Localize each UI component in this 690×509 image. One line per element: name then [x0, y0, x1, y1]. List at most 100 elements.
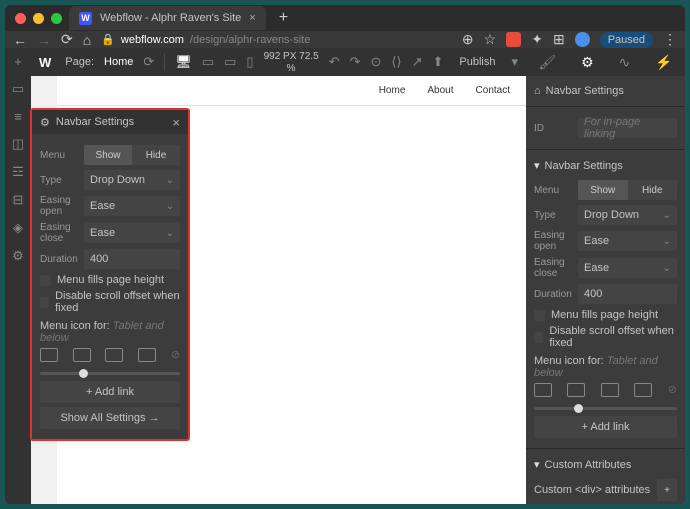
reload-icon[interactable]: ⟳	[61, 31, 73, 48]
add-attr-button[interactable]: +	[657, 479, 677, 501]
zoom-level[interactable]: 992 PX 72.5 %	[264, 51, 319, 74]
tab-effects-icon[interactable]: ⚡	[655, 54, 672, 71]
f-show-all-button[interactable]: Show All Settings →	[40, 407, 180, 429]
lock-icon: 🔒	[101, 33, 115, 46]
device-tablet-icon[interactable]: ▭	[202, 54, 214, 70]
device-mobile-l[interactable]	[601, 383, 619, 397]
publish-button[interactable]: Publish	[453, 56, 501, 68]
install-icon[interactable]: ⊕	[462, 31, 474, 48]
right-panel: 🖌 ⚙ ∿ ⚡ ⌂Navbar Settings IDFor in-page l…	[526, 48, 685, 504]
tab-interact-icon[interactable]: ∿	[618, 54, 630, 71]
add-icon[interactable]: +	[14, 54, 22, 69]
nav-home[interactable]: Home	[379, 85, 406, 96]
f-device-mobile[interactable]	[138, 348, 156, 362]
nav-contact[interactable]: Contact	[476, 85, 510, 96]
f-duration-input[interactable]: 400	[84, 249, 180, 269]
extension-icon-1[interactable]	[506, 32, 521, 47]
tab-title: Webflow - Alphr Raven's Site	[100, 12, 241, 24]
assets-icon[interactable]: ◈	[13, 220, 23, 236]
minimize-window[interactable]	[33, 13, 44, 24]
ecom-icon[interactable]: ⊟	[13, 192, 24, 208]
addressbar: ← → ⟳ ⌂ 🔒 webflow.com/design/alphr-raven…	[5, 31, 685, 48]
menu-toggle[interactable]: ShowHide	[578, 180, 677, 200]
left-toolbar: + ▭ ≡ ◫ ☲ ⊟ ◈ ⚙ ▷ ? 💬 👥	[5, 48, 31, 504]
f-no-device-icon[interactable]: ⊘	[171, 348, 180, 362]
f-menu-label: Menu	[40, 150, 78, 161]
device-mobile[interactable]	[634, 383, 652, 397]
undo-icon[interactable]: ↶	[329, 54, 340, 70]
maximize-window[interactable]	[51, 13, 62, 24]
custom-div-label: Custom <div> attributes	[534, 484, 651, 496]
home-icon[interactable]: ⌂	[83, 32, 91, 48]
paused-badge[interactable]: Paused	[600, 32, 653, 48]
settings-icon[interactable]: ⚙	[12, 248, 24, 264]
chk-disable-scroll[interactable]: Disable scroll offset when fixed	[534, 325, 677, 349]
f-chk-fills-height[interactable]: Menu fills page height	[40, 274, 180, 286]
device-mobile-l-icon[interactable]: ▭	[224, 54, 236, 70]
refresh-icon[interactable]: ⟳	[143, 54, 154, 70]
profile-icon[interactable]	[575, 32, 590, 47]
easing-open-label: Easing open	[534, 230, 572, 252]
chevron-down-icon[interactable]: ▾	[511, 54, 518, 70]
nav-about[interactable]: About	[427, 85, 453, 96]
f-menu-toggle[interactable]: ShowHide	[84, 145, 180, 165]
easing-close-select[interactable]: Ease	[578, 258, 677, 278]
star-icon[interactable]: ☆	[484, 31, 497, 48]
f-easing-close-select[interactable]: Ease	[84, 223, 180, 243]
add-link-button[interactable]: + Add link	[534, 416, 677, 438]
f-easing-open-select[interactable]: Ease	[84, 196, 180, 216]
device-row: ⊘	[534, 379, 677, 401]
section-custom-attr[interactable]: ▾ Custom Attributes	[534, 455, 677, 474]
tab-settings-icon[interactable]: ⚙	[581, 54, 594, 71]
extensions-icon[interactable]: ✦	[531, 31, 543, 48]
back-icon[interactable]: ←	[13, 32, 27, 48]
f-type-select[interactable]: Drop Down	[84, 170, 180, 190]
breakpoint-slider[interactable]	[534, 407, 677, 410]
menu-icon-label: Menu icon for:	[534, 355, 604, 367]
floating-navbar-settings: ⚙ Navbar Settings × MenuShowHide TypeDro…	[30, 108, 190, 441]
url-bar[interactable]: 🔒 webflow.com/design/alphr-ravens-site	[101, 33, 452, 46]
close-icon[interactable]: ×	[172, 115, 180, 130]
close-window[interactable]	[15, 13, 26, 24]
device-desktop-icon[interactable]: 🖥	[175, 54, 192, 70]
f-device-tablet[interactable]	[73, 348, 91, 362]
new-tab-icon[interactable]: +	[279, 9, 288, 27]
preview-icon[interactable]: ⊙	[371, 54, 382, 70]
id-input[interactable]: For in-page linking	[578, 118, 677, 138]
page-name[interactable]: Home	[104, 56, 133, 68]
f-add-link-button[interactable]: + Add link	[40, 381, 180, 403]
type-select[interactable]: Drop Down	[578, 205, 677, 225]
webflow-logo[interactable]: W	[39, 55, 51, 70]
section-navbar-settings[interactable]: ▾ Navbar Settings	[534, 156, 677, 175]
menu-icon[interactable]: ⋮	[663, 31, 677, 48]
chk-fills-height[interactable]: Menu fills page height	[534, 309, 677, 321]
tab-style-icon[interactable]: 🖌	[538, 54, 556, 71]
apps-icon[interactable]: ⊞	[553, 31, 565, 48]
home-icon: ⌂	[534, 85, 541, 97]
cms-icon[interactable]: ☲	[12, 164, 24, 180]
browser-tab[interactable]: W Webflow - Alphr Raven's Site ×	[69, 5, 266, 31]
f-easing-close-label: Easing close	[40, 222, 78, 244]
pages-icon[interactable]: ▭	[12, 81, 24, 97]
close-tab-icon[interactable]: ×	[249, 12, 255, 24]
redo-icon[interactable]: ↷	[350, 54, 361, 70]
f-breakpoint-slider[interactable]	[40, 372, 180, 375]
device-tablet[interactable]	[567, 383, 585, 397]
f-device-mobile-l[interactable]	[105, 348, 123, 362]
code-icon[interactable]: ⟨⟩	[391, 54, 401, 70]
f-device-desktop[interactable]	[40, 348, 58, 362]
easing-close-label: Easing close	[534, 257, 572, 279]
f-type-label: Type	[40, 175, 78, 186]
share-icon[interactable]: ⬆	[432, 54, 443, 70]
device-mobile-icon[interactable]: ▯	[246, 54, 253, 70]
easing-open-select[interactable]: Ease	[578, 231, 677, 251]
components-icon[interactable]: ◫	[12, 136, 24, 152]
page-navbar[interactable]: Home About Contact	[57, 76, 526, 106]
f-chk-disable-scroll[interactable]: Disable scroll offset when fixed	[40, 290, 180, 314]
export-icon[interactable]: ↗	[412, 54, 423, 70]
f-easing-open-label: Easing open	[40, 195, 78, 217]
duration-input[interactable]: 400	[578, 284, 677, 304]
layers-icon[interactable]: ≡	[14, 109, 22, 124]
no-device-icon[interactable]: ⊘	[668, 383, 677, 397]
device-desktop[interactable]	[534, 383, 552, 397]
